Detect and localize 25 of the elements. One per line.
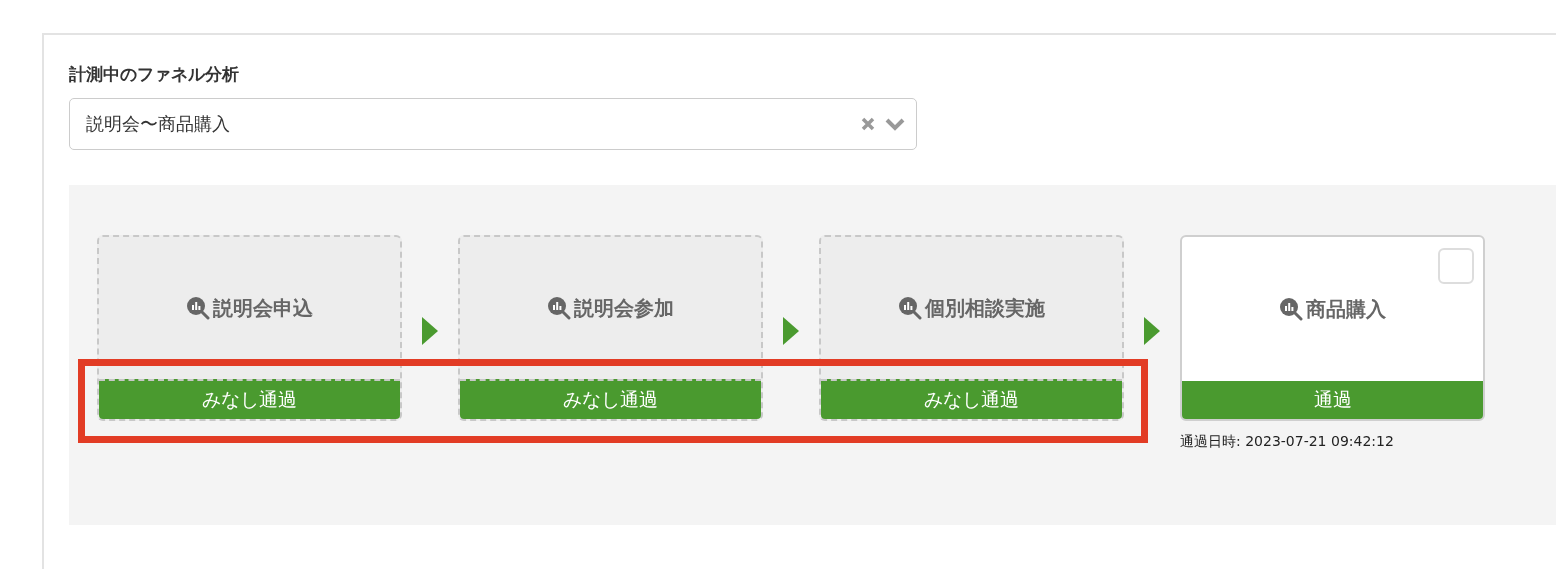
step-status: 通過 bbox=[1182, 381, 1483, 419]
analytics-search-icon bbox=[1279, 297, 1303, 321]
clear-icon[interactable] bbox=[860, 116, 876, 132]
step-label: 説明会参加 bbox=[574, 294, 674, 322]
passed-timestamp: 通過日時: 2023-07-21 09:42:12 bbox=[1180, 433, 1395, 451]
arrow-icon bbox=[1142, 315, 1162, 347]
arrow-icon bbox=[781, 315, 801, 347]
funnel-step-card[interactable]: 商品購入 通過 bbox=[1180, 235, 1485, 421]
step-label: 説明会申込 bbox=[213, 294, 313, 322]
arrow-icon bbox=[420, 315, 440, 347]
funnel-step-card[interactable]: 説明会申込 みなし通過 bbox=[97, 235, 402, 421]
step-status: みなし通過 bbox=[821, 379, 1122, 419]
step-label: 個別相談実施 bbox=[925, 294, 1045, 322]
analytics-search-icon bbox=[898, 296, 922, 320]
funnel-step-card[interactable]: 説明会参加 みなし通過 bbox=[458, 235, 763, 421]
funnel-select[interactable]: 説明会〜商品購入 bbox=[69, 98, 917, 150]
analytics-search-icon bbox=[186, 296, 210, 320]
chevron-down-icon[interactable] bbox=[884, 116, 906, 132]
funnel-step-card[interactable]: 個別相談実施 みなし通過 bbox=[819, 235, 1124, 421]
step-status: みなし通過 bbox=[460, 379, 761, 419]
section-title: 計測中のファネル分析 bbox=[69, 63, 240, 86]
step-label: 商品購入 bbox=[1306, 295, 1386, 323]
step-status: みなし通過 bbox=[99, 379, 400, 419]
step-checkbox[interactable] bbox=[1438, 248, 1474, 284]
analytics-search-icon bbox=[547, 296, 571, 320]
